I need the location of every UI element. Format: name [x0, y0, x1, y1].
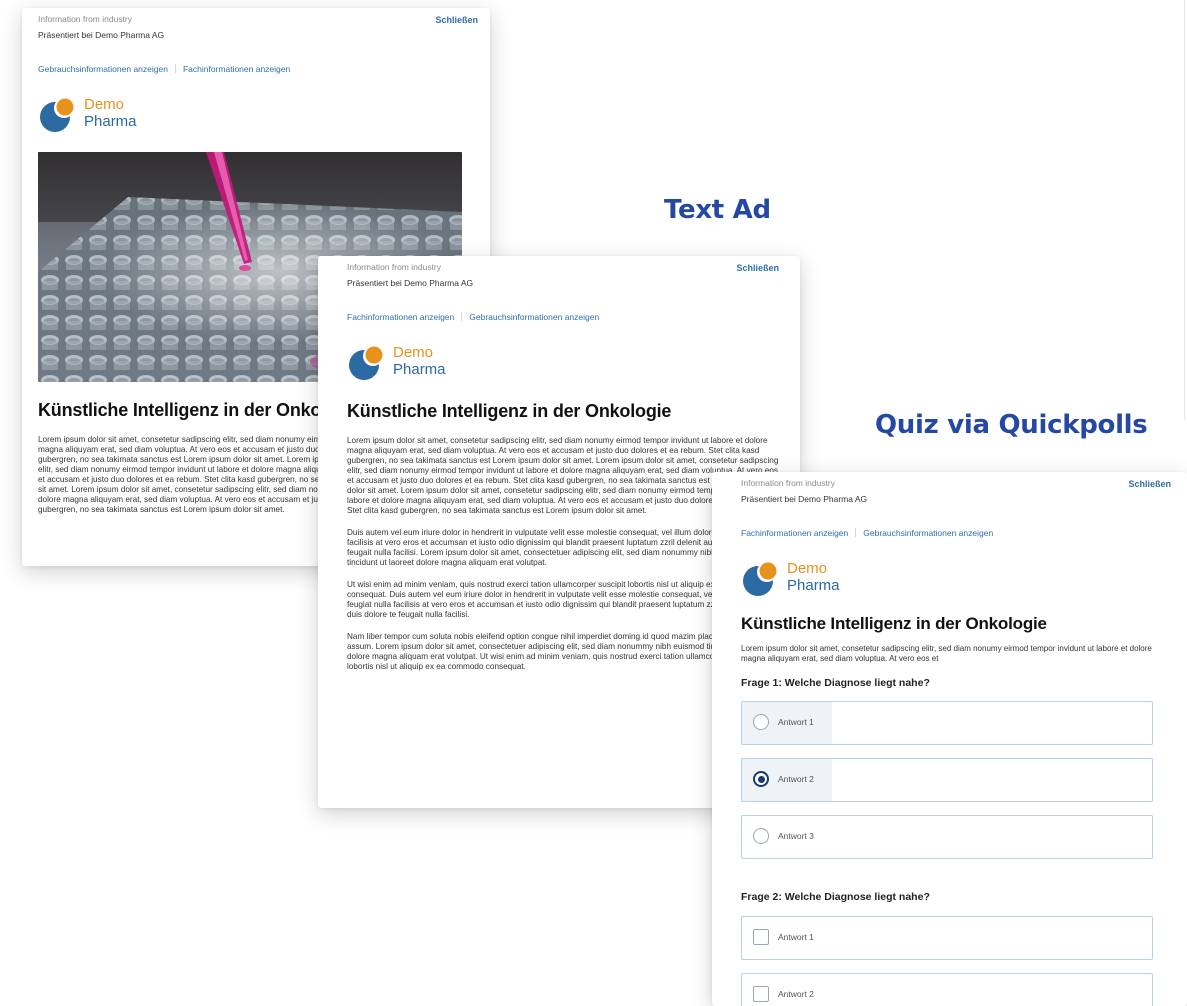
logo-line-2: Pharma	[393, 361, 446, 378]
logo-line-1: Demo	[393, 344, 434, 361]
q2-answer-2[interactable]: Antwort 2	[741, 973, 1153, 1006]
presented-by-label: Präsentiert bei Demo Pharma AG	[741, 494, 868, 504]
q1-answer-3[interactable]: Antwort 3	[741, 815, 1153, 859]
demo-pharma-logo: Demo Pharma	[741, 558, 1171, 602]
quiz-ad-card: Information from industry Präsentiert be…	[712, 472, 1187, 1006]
ad-header: Information from industry Präsentiert be…	[741, 472, 1171, 506]
info-links: Fachinformationen anzeigen Gebrauchsinfor…	[347, 312, 779, 326]
q2-answer-1[interactable]: Antwort 1	[741, 916, 1153, 960]
question-1-title: Frage 1: Welche Diagnose liegt nahe?	[741, 677, 930, 689]
answer-label: Antwort 2	[778, 989, 814, 999]
link-fachinformationen[interactable]: Fachinformationen anzeigen	[347, 312, 454, 322]
close-link[interactable]: Schließen	[736, 263, 779, 273]
answer-label: Antwort 2	[778, 774, 814, 784]
q1-answer-1[interactable]: Antwort 1	[741, 701, 1153, 745]
logo-line-2: Pharma	[84, 113, 137, 130]
link-gebrauchsinformationen[interactable]: Gebrauchsinformationen anzeigen	[469, 312, 599, 322]
link-separator	[461, 312, 463, 321]
page-edge-divider	[1184, 0, 1185, 420]
checkbox[interactable]	[753, 986, 769, 1002]
ad-header: Information from industry Präsentiert be…	[347, 256, 779, 290]
demo-pharma-logo: Demo Pharma	[38, 94, 478, 138]
presented-by-label: Präsentiert bei Demo Pharma AG	[38, 30, 165, 40]
logo-line-2: Pharma	[787, 577, 840, 594]
info-label: Information from industry	[347, 262, 442, 272]
quiz-caption: Quiz via Quickpolls	[875, 410, 1148, 440]
radio-button-selected[interactable]	[753, 771, 769, 787]
link-gebrauchsinformationen[interactable]: Gebrauchsinformationen anzeigen	[38, 64, 168, 74]
ad-header: Information from industry Präsentiert be…	[38, 8, 478, 42]
close-link[interactable]: Schließen	[1128, 479, 1171, 489]
text-ad-caption: Text Ad	[664, 195, 771, 225]
close-link[interactable]: Schließen	[435, 15, 478, 25]
info-links: Gebrauchsinformationen anzeigen Fachinfor…	[38, 64, 478, 78]
logo-line-1: Demo	[787, 560, 828, 577]
ad-body-text: Lorem ipsum dolor sit amet, consetetur s…	[741, 644, 1152, 663]
info-label: Information from industry	[38, 14, 133, 24]
logo-mark-icon	[40, 98, 74, 132]
info-label: Information from industry	[741, 478, 836, 488]
link-gebrauchsinformationen[interactable]: Gebrauchsinformationen anzeigen	[863, 528, 993, 538]
ad-title: Künstliche Intelligenz in der Onkologie	[741, 614, 1047, 633]
demo-pharma-logo: Demo Pharma	[347, 342, 779, 386]
question-2-title: Frage 2: Welche Diagnose liegt nahe?	[741, 891, 930, 903]
checkbox[interactable]	[753, 929, 769, 945]
answer-label: Antwort 1	[778, 932, 814, 942]
link-fachinformationen[interactable]: Fachinformationen anzeigen	[183, 64, 290, 74]
logo-line-1: Demo	[84, 96, 125, 113]
answer-label: Antwort 1	[778, 717, 814, 727]
q1-answer-2[interactable]: Antwort 2	[741, 758, 1153, 802]
logo-mark-icon	[743, 562, 777, 596]
link-fachinformationen[interactable]: Fachinformationen anzeigen	[741, 528, 848, 538]
logo-mark-icon	[349, 346, 383, 380]
ad-title: Künstliche Intelligenz in der Onkologie	[347, 401, 672, 421]
link-separator	[855, 528, 857, 537]
quiz-ad-content: Information from industry Präsentiert be…	[741, 472, 1171, 1006]
link-separator	[174, 64, 176, 73]
presented-by-label: Präsentiert bei Demo Pharma AG	[347, 278, 474, 288]
radio-button[interactable]	[753, 828, 769, 844]
info-links: Fachinformationen anzeigen Gebrauchsinfor…	[741, 528, 1171, 542]
radio-button[interactable]	[753, 714, 769, 730]
answer-label: Antwort 3	[778, 831, 814, 841]
